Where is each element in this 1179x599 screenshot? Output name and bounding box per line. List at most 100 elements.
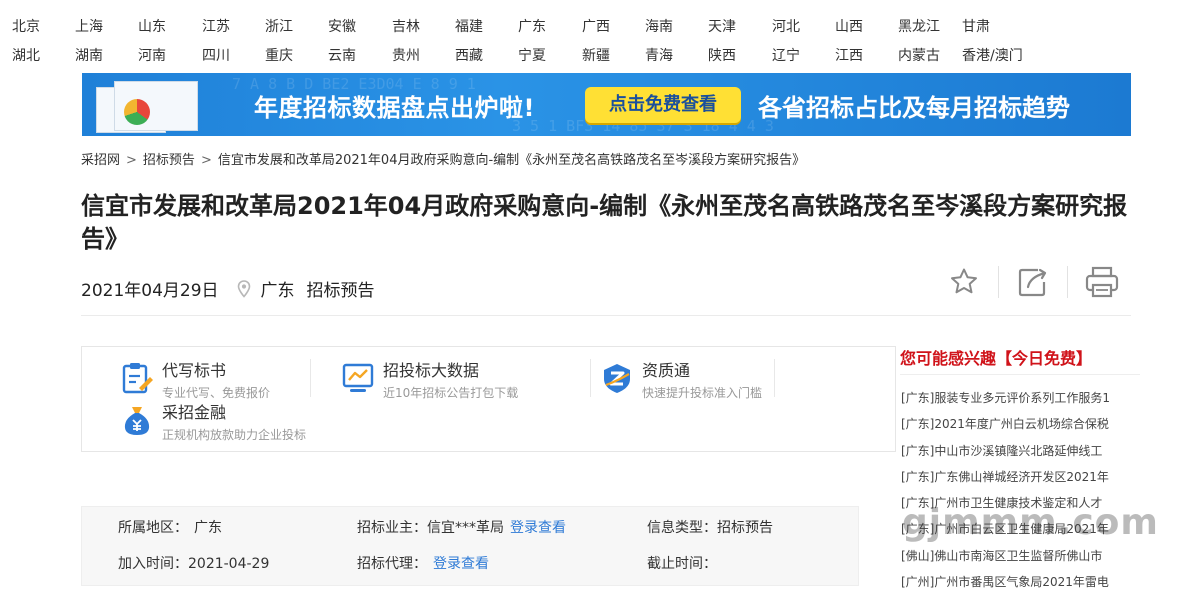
sidebar-list-item[interactable]: [广东]2021年度广州白云机场综合保税: [901, 415, 1141, 441]
province-link-3[interactable]: 山东: [138, 16, 202, 36]
breadcrumb-current[interactable]: 信宜市发展和改革局2021年04月政府采购意向-编制《永州至茂名高铁路茂名至岑溪…: [218, 153, 805, 168]
province-link-7[interactable]: 吉林: [392, 16, 455, 36]
province-link-30[interactable]: 江西: [835, 45, 898, 65]
province-link-15[interactable]: 黑龙江: [898, 16, 962, 36]
info-value: 招标预告: [717, 520, 773, 536]
breadcrumb: 采招网 > 招标预告 > 信宜市发展和改革局2021年04月政府采购意向-编制《永州至茂…: [81, 149, 805, 168]
info-label: 招标代理：: [357, 556, 427, 572]
province-link-5[interactable]: 浙江: [265, 16, 328, 36]
money-bag-icon: [124, 407, 150, 435]
province-row-1: 北京 上海 山东 江苏 浙江 安徽 吉林 福建 广东 广西 海南 天津 河北 山西 黑龙江 甘肃: [12, 16, 1025, 36]
province-link-1[interactable]: 北京: [12, 16, 75, 36]
info-label: 截止时间：: [647, 556, 717, 572]
sidebar-list: [广东]服装专业多元评价系列工作服务1 [广东]2021年度广州白云机场综合保税[…: [901, 389, 1141, 599]
service-title: 采招金融: [162, 403, 227, 422]
breadcrumb-home[interactable]: 采招网: [81, 153, 120, 168]
divider: [81, 315, 1131, 316]
service-title: 资质通: [642, 361, 691, 380]
service-desc: 快速提升投标准入门槛: [642, 386, 763, 400]
page-title: 信宜市发展和改革局2021年04月政府采购意向-编制《永州至茂名高铁路茂名至岑溪…: [81, 192, 1128, 253]
service-title: 代写标书: [162, 361, 227, 380]
info-label: 加入时间：: [118, 556, 188, 572]
province-nav: 北京 上海 山东 江苏 浙江 安徽 吉林 福建 广东 广西 海南 天津 河北 山西 黑龙江 甘肃 湖北 湖南 河南…: [0, 0, 1179, 66]
service-qualification[interactable]: 资质通 快速提升投标准入门槛: [600, 361, 762, 402]
province-link-6[interactable]: 安徽: [328, 16, 392, 36]
service-finance[interactable]: 采招金融 正规机构放款助力企业投标: [120, 403, 306, 444]
breadcrumb-section[interactable]: 招标预告: [143, 153, 195, 168]
province-link-22[interactable]: 云南: [328, 45, 392, 65]
sidebar-title: 您可能感兴趣【今日免费】: [900, 349, 1093, 368]
province-link-21[interactable]: 重庆: [265, 45, 328, 65]
province-link-8[interactable]: 福建: [455, 16, 518, 36]
province-link-32[interactable]: 香港/澳门: [962, 45, 1025, 65]
sidebar-list-item[interactable]: [广州]广州市番禺区气象局2021年雷电: [901, 573, 1141, 599]
province-link-9[interactable]: 广东: [518, 16, 582, 36]
print-button[interactable]: [1082, 262, 1122, 302]
watermark: gjmmm.com: [902, 502, 1159, 543]
province-link-31[interactable]: 内蒙古: [898, 45, 962, 65]
article-actions: [944, 262, 1122, 302]
info-region: 所属地区： 广东: [118, 517, 222, 537]
province-link-10[interactable]: 广西: [582, 16, 645, 36]
banner-view-free-button[interactable]: 点击免费查看: [585, 87, 741, 123]
province-link-26[interactable]: 新疆: [582, 45, 645, 65]
province-link-16[interactable]: 甘肃: [962, 16, 1025, 36]
province-link-19[interactable]: 河南: [138, 45, 202, 65]
info-agent: 招标代理： 登录查看: [357, 553, 489, 573]
sidebar-list-item[interactable]: [佛山]佛山市南海区卫生监督所佛山市: [901, 547, 1141, 573]
edit-icon: [1018, 268, 1047, 297]
info-value: 广东: [194, 520, 222, 536]
province-link-28[interactable]: 陕西: [708, 45, 772, 65]
owner-login-link[interactable]: 登录查看: [510, 520, 566, 536]
service-desc: 近10年招标公告打包下载: [383, 386, 519, 400]
province-link-25[interactable]: 宁夏: [518, 45, 582, 65]
province-link-4[interactable]: 江苏: [202, 16, 265, 36]
promo-banner[interactable]: 7 A 8 B D BE2 E3D04 E 8 9 1 3 5 1 BF3 14…: [82, 73, 1131, 136]
service-title: 招投标大数据: [383, 361, 480, 380]
info-label: 招标业主：: [357, 520, 427, 536]
province-link-29[interactable]: 辽宁: [772, 45, 835, 65]
province-link-2[interactable]: 上海: [75, 16, 138, 36]
service-bid-writing[interactable]: 代写标书 专业代写、免费报价: [120, 361, 270, 402]
edit-button[interactable]: [1013, 262, 1053, 302]
province-link-20[interactable]: 四川: [202, 45, 265, 65]
province-link-13[interactable]: 河北: [772, 16, 835, 36]
banner-title: 年度招标数据盘点出炉啦!: [254, 94, 535, 122]
province-link-27[interactable]: 青海: [645, 45, 708, 65]
province-link-18[interactable]: 湖南: [75, 45, 138, 65]
service-desc: 专业代写、免费报价: [162, 386, 271, 400]
publish-date: 2021年04月29日: [81, 281, 219, 301]
province-link-11[interactable]: 海南: [645, 16, 708, 36]
province-link-17[interactable]: 湖北: [12, 45, 75, 65]
province-link-14[interactable]: 山西: [835, 16, 898, 36]
info-deadline: 截止时间：: [647, 553, 717, 573]
info-value: 信宜***革局: [427, 520, 504, 536]
info-owner: 招标业主：信宜***革局 登录查看: [357, 517, 566, 537]
sidebar-divider: [900, 374, 1140, 375]
meta-category: 招标预告: [306, 281, 375, 301]
sidebar-list-item[interactable]: [广东]中山市沙溪镇隆兴北路延伸线工: [901, 442, 1141, 468]
province-link-23[interactable]: 贵州: [392, 45, 455, 65]
sidebar-list-item[interactable]: [广东]广东佛山禅城经济开发区2021年: [901, 468, 1141, 494]
breadcrumb-separator: >: [126, 153, 137, 168]
info-added: 加入时间：2021-04-29: [118, 553, 269, 573]
service-big-data[interactable]: 招投标大数据 近10年招标公告打包下载: [341, 361, 518, 402]
province-row-2: 湖北 湖南 河南 四川 重庆 云南 贵州 西藏 宁夏 新疆 青海 陕西 辽宁 江西 内蒙古 香港/澳门: [12, 45, 1025, 65]
province-link-24[interactable]: 西藏: [455, 45, 518, 65]
document-edit-icon: [122, 363, 153, 394]
agent-login-link[interactable]: 登录查看: [433, 556, 489, 572]
service-desc: 正规机构放款助力企业投标: [162, 428, 307, 442]
badge-z-icon: [604, 364, 630, 393]
services-box: 代写标书 专业代写、免费报价 招投标大数据 近10年招标公告打包下载 资质通 快…: [81, 346, 896, 452]
breadcrumb-separator: >: [200, 153, 212, 168]
report-illustration: [86, 79, 216, 133]
star-icon: [951, 268, 977, 294]
print-icon: [1085, 266, 1119, 298]
favorite-button[interactable]: [944, 262, 984, 302]
province-link-12[interactable]: 天津: [708, 16, 772, 36]
meta-row: 2021年04月29日 广东 招标预告: [81, 276, 375, 301]
meta-region: 广东: [260, 281, 295, 301]
monitor-chart-icon: [342, 363, 374, 392]
sidebar-list-item[interactable]: [广东]服装专业多元评价系列工作服务1: [901, 389, 1141, 415]
info-label: 所属地区：: [118, 520, 188, 536]
